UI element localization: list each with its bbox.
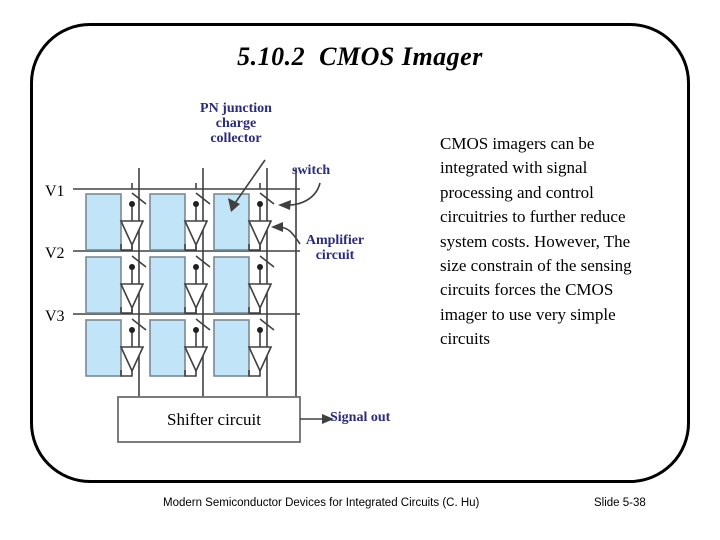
slide-canvas: 5.10.2 CMOS Imager PN junction charge co… xyxy=(0,0,720,540)
amplifier-feedback-wire xyxy=(248,307,261,314)
amplifier-feedback-wire xyxy=(120,244,133,251)
amplifier-feedback-wire xyxy=(120,307,133,314)
switch-pointer-arrowhead xyxy=(278,200,291,210)
photodiode xyxy=(85,319,122,377)
amplifier-feedback-wire xyxy=(248,244,261,251)
node-dot xyxy=(193,327,199,333)
row-label-v1: V1 xyxy=(45,183,65,200)
label-switch: switch xyxy=(292,163,331,178)
amplifier-pointer-arrowhead xyxy=(271,222,283,232)
row-label-v2: V2 xyxy=(45,245,65,262)
photodiode xyxy=(149,256,186,314)
shifter-circuit-label: Shifter circuit xyxy=(167,410,261,429)
node-dot xyxy=(129,327,135,333)
node-dot xyxy=(257,264,263,270)
photodiode xyxy=(85,193,122,251)
amplifier-feedback-wire xyxy=(184,244,197,251)
photodiode xyxy=(149,319,186,377)
footer-slide-number: Slide 5-38 xyxy=(594,497,646,509)
amplifier-feedback-wire xyxy=(248,370,261,377)
node-dot xyxy=(193,201,199,207)
row-label-v3: V3 xyxy=(45,308,65,325)
photodiode xyxy=(85,256,122,314)
body-paragraph: CMOS imagers can be integrated with sign… xyxy=(440,134,632,349)
label-amplifier-circuit: Amplifier circuit xyxy=(305,233,365,263)
node-dot xyxy=(129,201,135,207)
photodiode xyxy=(149,193,186,251)
node-dot xyxy=(257,201,263,207)
label-signal-out: Signal out xyxy=(330,410,391,425)
node-dot xyxy=(257,327,263,333)
label-pn-junction-charge-collector: PN junction charge collector xyxy=(200,101,272,146)
photodiode xyxy=(213,256,250,314)
photodiode xyxy=(213,319,250,377)
amplifier-feedback-wire xyxy=(120,370,133,377)
amplifier-feedback-wire xyxy=(184,307,197,314)
node-dot xyxy=(193,264,199,270)
footer-book-title: Modern Semiconductor Devices for Integra… xyxy=(163,497,480,509)
node-dot xyxy=(129,264,135,270)
amplifier-feedback-wire xyxy=(184,370,197,377)
